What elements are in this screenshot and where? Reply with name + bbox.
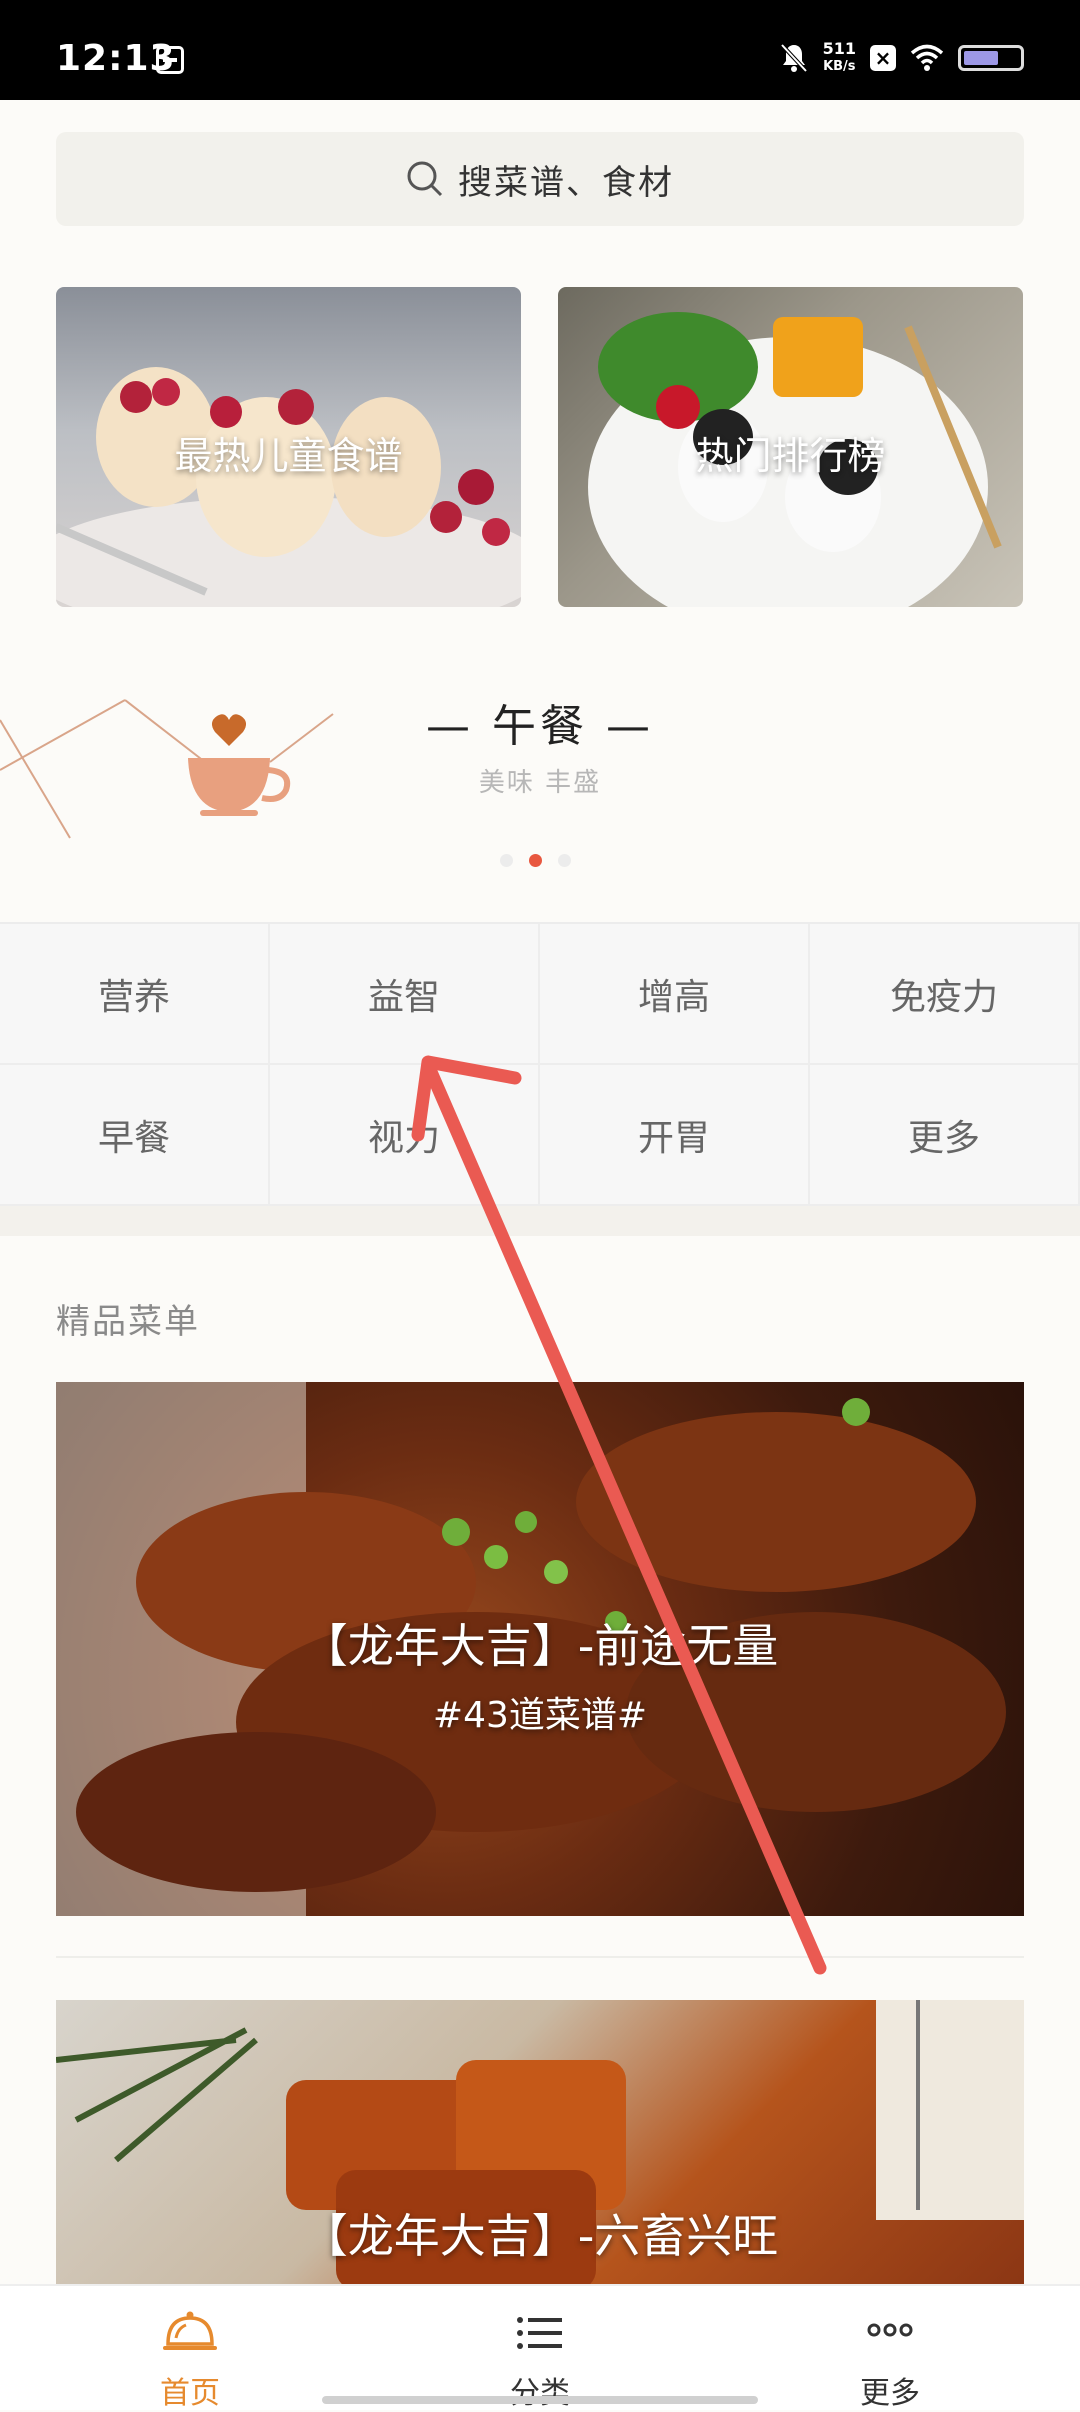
search-bar[interactable]: 搜菜谱、食材 <box>56 132 1024 226</box>
pager-dot[interactable] <box>558 854 571 867</box>
banner-kids-recipes[interactable]: 最热儿童食谱 <box>56 287 521 607</box>
serving-dish-icon <box>163 2311 217 2350</box>
notification-x-icon: × <box>870 45 896 71</box>
pager-dot[interactable] <box>500 854 513 867</box>
nav-more[interactable]: 更多 <box>790 2286 990 2411</box>
category-immunity[interactable]: 免疫力 <box>810 924 1080 1065</box>
banner-kids-label: 最热儿童食谱 <box>174 434 403 478</box>
featured-card-subtitle: #43道菜谱# <box>432 1695 648 1736</box>
category-grid: 营养 益智 增高 免疫力 早餐 视力 开胃 更多 <box>0 922 1080 1208</box>
featured-card-title: 【龙年大吉】-六畜兴旺 <box>301 2209 779 2263</box>
battery-icon <box>958 45 1024 71</box>
meal-subtitle: 美味 丰盛 <box>478 768 602 798</box>
category-nutrition[interactable]: 营养 <box>0 924 270 1065</box>
status-bar: 12:13 511 KB/s × <box>0 0 1080 100</box>
featured-card[interactable]: 【龙年大吉】-六畜兴旺 <box>56 2000 1024 2290</box>
featured-card-title: 【龙年大吉】-前途无量 <box>301 1619 779 1673</box>
search-icon <box>406 160 444 198</box>
pager-dot-active[interactable] <box>529 854 542 867</box>
bottom-navigation: 首页 分类 更多 <box>0 2284 1080 2411</box>
gesture-home-bar <box>322 2396 758 2404</box>
category-appetite[interactable]: 开胃 <box>540 1065 810 1206</box>
list-icon <box>517 2317 562 2349</box>
calendar-icon <box>156 46 184 74</box>
nav-category[interactable]: 分类 <box>440 2286 640 2411</box>
carousel-pager[interactable] <box>500 854 571 867</box>
category-height[interactable]: 增高 <box>540 924 810 1065</box>
featured-card[interactable]: 【龙年大吉】-前途无量 #43道菜谱# <box>56 1382 1024 1916</box>
more-dots-icon <box>867 2323 913 2337</box>
featured-section-title: 精品菜单 <box>56 1302 200 1342</box>
banner-hot-ranking[interactable]: 热门排行榜 <box>558 287 1023 607</box>
mute-bell-icon <box>779 42 809 74</box>
network-speed: 511 KB/s <box>822 39 856 75</box>
meal-title: — 午餐 — <box>426 701 654 752</box>
search-placeholder: 搜菜谱、食材 <box>458 162 674 203</box>
category-eyesight[interactable]: 视力 <box>270 1065 540 1206</box>
category-intelligence[interactable]: 益智 <box>270 924 540 1065</box>
nav-home[interactable]: 首页 <box>90 2286 290 2411</box>
section-divider-band <box>0 1206 1080 1236</box>
nav-category-label: 分类 <box>510 2376 570 2411</box>
nav-home-label: 首页 <box>160 2376 220 2411</box>
banner-rank-label: 热门排行榜 <box>695 434 886 478</box>
category-more[interactable]: 更多 <box>810 1065 1080 1206</box>
wifi-icon <box>910 43 944 73</box>
nav-more-label: 更多 <box>860 2376 920 2411</box>
category-breakfast[interactable]: 早餐 <box>0 1065 270 1206</box>
card-divider <box>56 1956 1024 1958</box>
